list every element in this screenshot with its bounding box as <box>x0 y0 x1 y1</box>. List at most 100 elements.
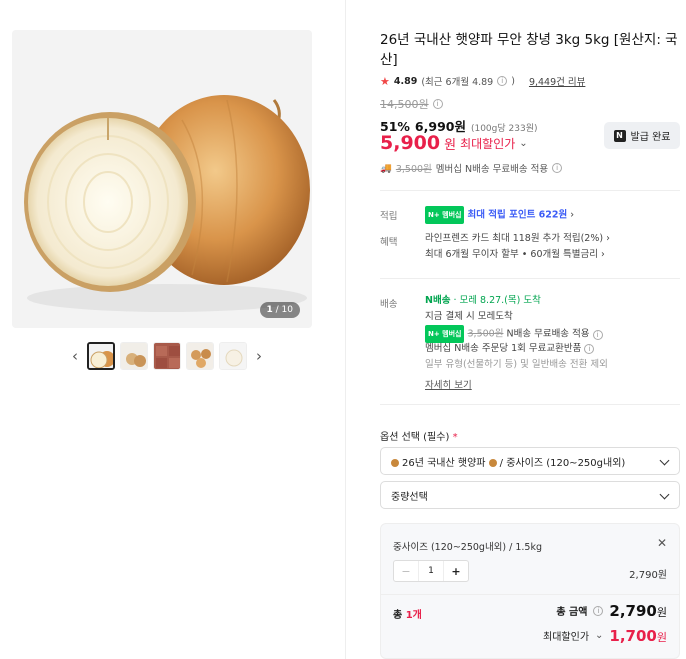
image-counter: 1 / 10 <box>259 302 300 318</box>
product-main-image[interactable]: 1 / 10 <box>12 30 312 328</box>
max-discount-label: 최대할인가 <box>460 136 516 151</box>
coupon-issued-button[interactable]: N 발급 완료 <box>604 122 680 149</box>
total-count: 총 1개 <box>393 606 422 621</box>
chevron-down-icon: ⌄ <box>595 630 604 641</box>
delivery-more-link[interactable]: 자세히 보기 <box>425 378 472 394</box>
info-icon[interactable]: i <box>432 99 443 109</box>
coupon-label: 발급 완료 <box>630 132 671 143</box>
counter-current: 1 <box>266 305 273 315</box>
onion-thumb-image <box>220 343 246 369</box>
quantity-value[interactable]: 1 <box>419 561 443 581</box>
max-total-row[interactable]: 최대할인가 ⌄ 1,700원 <box>543 626 667 645</box>
chevron-right-icon[interactable]: › <box>252 342 266 370</box>
perk-card-text: 라인프렌즈 카드 최대 118원 추가 적립(2%) <box>425 233 604 244</box>
option-label: 옵션 선택 (필수) * <box>380 428 458 443</box>
shipping-fee-text: 멤버십 N배송 무료배송 적용 <box>435 164 549 175</box>
truck-icon: 🚚 <box>380 162 392 174</box>
option-label-text: 옵션 선택 (필수) <box>380 432 450 443</box>
onion-thumb-image <box>187 343 213 369</box>
thumbnail-strip: ‹ › <box>68 342 266 370</box>
info-icon[interactable]: i <box>497 76 508 86</box>
selected-item-price: 2,790원 <box>629 570 667 581</box>
counter-total: / 10 <box>275 305 293 315</box>
info-icon[interactable]: i <box>592 329 603 340</box>
close-icon[interactable]: ✕ <box>657 536 667 550</box>
delivery-line-1: 지금 결제 시 모레도착 <box>425 311 513 322</box>
total-amount-row: 총 금액 i 2,790원 <box>556 601 667 620</box>
max-discount-won: 원 <box>444 137 457 153</box>
arrival-date: · 모레 8.27.(목) 도착 <box>453 295 541 306</box>
delivery-exclusion-text: 일부 유형(선물하기 등) 및 일반배송 전환 제외 <box>425 359 608 370</box>
thumbnail[interactable] <box>219 342 247 370</box>
max-discount-row[interactable]: 5,900 원 최대할인가 ⌄ <box>380 132 528 154</box>
minus-button[interactable]: − <box>394 561 419 581</box>
total-count-value: 1개 <box>405 610 422 621</box>
delivery-label: 배송 <box>380 299 398 310</box>
info-icon[interactable]: i <box>584 344 595 354</box>
max-total-amount: 1,700 <box>609 627 657 645</box>
shipping-fee-line: 🚚 3,500원 멤버십 N배송 무료배송 적용 i <box>380 161 563 175</box>
weight-select-text: 중량선택 <box>391 491 428 503</box>
ndelivery-badge: N배송 <box>425 295 451 306</box>
selected-option-panel: 중사이즈 (120~250g내외) / 1.5kg ✕ − 1 + 2,790원… <box>380 523 680 659</box>
chevron-left-icon[interactable]: ‹ <box>68 342 82 370</box>
onion-image <box>12 30 312 328</box>
onion-icon <box>391 458 399 467</box>
thumbnail[interactable] <box>186 342 214 370</box>
thumbnail[interactable] <box>120 342 148 370</box>
selected-item-name: 중사이즈 (120~250g내외) / 1.5kg <box>393 542 543 553</box>
delivery-fee-text: N배송 무료배송 적용 <box>506 328 590 340</box>
perk-installment-row[interactable]: 최대 6개월 무이자 할부 • 60개월 특별금리 › <box>425 247 605 263</box>
product-title: 26년 국내산 햇양파 무안 창녕 3kg 5kg [원산지: 국산] <box>380 32 678 68</box>
total-amount: 2,790 <box>609 602 657 620</box>
chevron-right-icon: › <box>606 233 610 244</box>
delivery-old-fee: 3,500원 <box>467 328 504 340</box>
points-text: 최대 적립 포인트 622원 <box>467 209 568 221</box>
option-select-1-text: 26년 국내산 햇양파 <box>402 457 486 469</box>
naver-logo-icon: N <box>613 129 626 142</box>
divider <box>380 404 680 405</box>
max-total-won: 원 <box>656 631 667 644</box>
delivery-return-row: 멤버십 N배송 주문당 1회 무료교환반품 i <box>425 341 595 357</box>
option-select-1[interactable]: 26년 국내산 햇양파 / 중사이즈 (120~250g내외) <box>380 447 680 475</box>
rating-recent-close: ) <box>511 75 515 87</box>
thumbnail[interactable] <box>153 342 181 370</box>
points-row[interactable]: N+ 멤버십 최대 적립 포인트 622원 › <box>425 206 574 224</box>
divider <box>380 190 680 191</box>
original-price: 14,500원 <box>380 98 429 111</box>
rating-value: 4.89 <box>393 75 418 87</box>
original-price-row: 14,500원 i <box>380 96 443 112</box>
box-thumb-image <box>154 343 180 369</box>
review-count-link[interactable]: 9,449건 리뷰 <box>529 74 585 88</box>
rating-row: ★ 4.89 (최근 6개월 4.89 i) 9,449건 리뷰 <box>380 74 585 89</box>
info-icon[interactable]: i <box>552 163 563 173</box>
perk-card-row[interactable]: 라인프렌즈 카드 최대 118원 추가 적립(2%) › <box>425 231 610 247</box>
required-mark: * <box>452 432 458 443</box>
chevron-down-icon <box>659 490 669 500</box>
delivery-arrival-row: N배송 · 모레 8.27.(목) 도착 <box>425 293 541 309</box>
weight-select[interactable]: 중량선택 <box>380 481 680 509</box>
total-amount-won: 원 <box>656 606 667 619</box>
perks-label: 혜택 <box>380 237 398 248</box>
total-amount-label: 총 금액 <box>556 607 588 618</box>
max-total-label: 최대할인가 <box>543 632 590 643</box>
quantity-stepper[interactable]: − 1 + <box>393 560 469 582</box>
delivery-return-text: 멤버십 N배송 주문당 1회 무료교환반품 <box>425 343 582 354</box>
onion-icon <box>488 458 497 467</box>
plus-button[interactable]: + <box>443 561 468 581</box>
max-discount-price: 5,900 <box>380 132 441 154</box>
onion-thumb-image <box>89 344 113 368</box>
npay-member-badge: N+ 멤버십 <box>425 206 465 224</box>
points-label: 적립 <box>380 211 398 222</box>
perk-installment-text: 최대 6개월 무이자 할부 • 60개월 특별금리 <box>425 249 598 260</box>
option-select-1-value: 26년 국내산 햇양파 / 중사이즈 (120~250g내외) <box>391 454 625 469</box>
rating-recent: (최근 6개월 4.89 <box>421 77 494 88</box>
chevron-right-icon: › <box>570 209 575 221</box>
chevron-down-icon <box>659 456 669 466</box>
star-icon: ★ <box>380 74 390 88</box>
info-icon[interactable]: i <box>593 605 604 616</box>
option-select-1-suffix: / 중사이즈 (120~250g내외) <box>499 457 626 469</box>
thumbnail[interactable] <box>87 342 115 370</box>
product-gallery: 1 / 10 ‹ › <box>0 0 346 659</box>
chevron-right-icon: › <box>601 249 605 260</box>
